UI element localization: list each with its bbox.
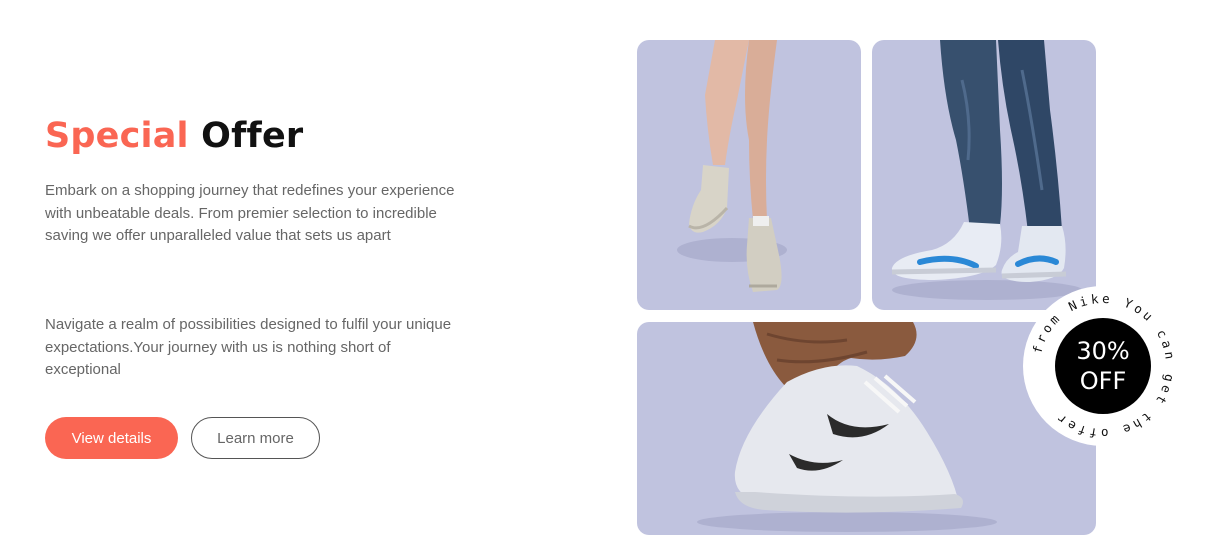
discount-badge: from Nike You can get the offer 30% OFF xyxy=(1023,286,1183,446)
offer-description-1: Embark on a shopping journey that redefi… xyxy=(45,182,455,245)
legs-illustration xyxy=(677,40,787,292)
view-details-button[interactable]: View details xyxy=(45,417,178,459)
legs-in-sneakers-image xyxy=(637,40,861,310)
jeans-with-blue-sneakers-image xyxy=(872,40,1096,310)
badge-percent: 30% xyxy=(1076,337,1130,365)
offer-description-2: Navigate a realm of possibilities design… xyxy=(45,316,452,379)
offer-title-accent: Special xyxy=(45,116,189,156)
offer-title: Special Offer xyxy=(45,116,303,156)
offer-title-rest: Offer xyxy=(201,116,304,156)
badge-off-label: OFF xyxy=(1079,367,1127,395)
learn-more-button[interactable]: Learn more xyxy=(191,417,320,459)
jeans-illustration xyxy=(891,40,1082,300)
badge-circle: 30% OFF xyxy=(1055,318,1151,414)
